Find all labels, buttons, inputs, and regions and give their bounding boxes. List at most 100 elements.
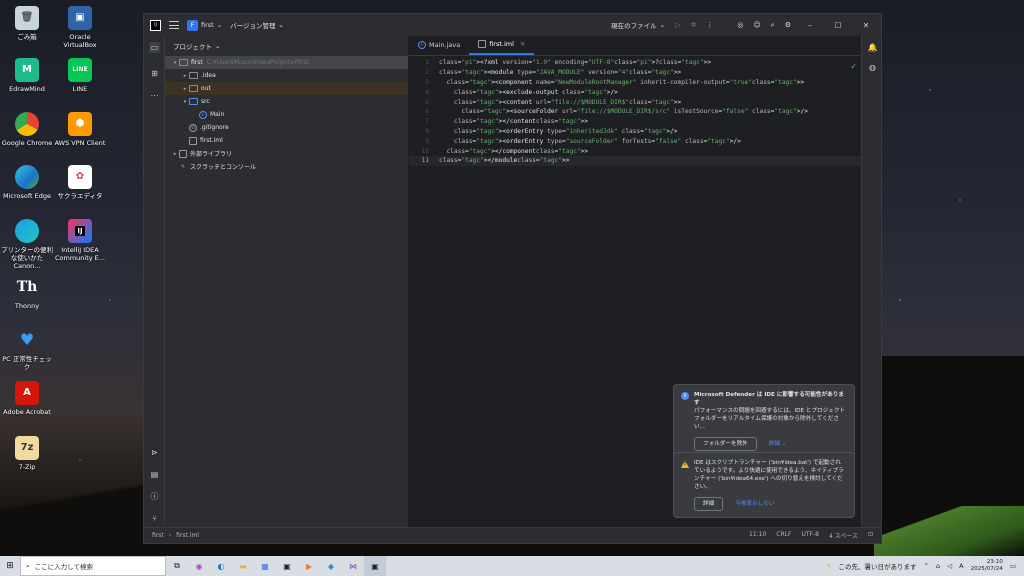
debug-icon[interactable]: ✲ [691,21,697,29]
desktop-icon-thonny[interactable]: Th Thonny [0,275,54,310]
desktop-icon-sakura-editor[interactable]: ✿ サクラエディタ [53,165,107,200]
tree-node-scratches[interactable]: ✎ スクラッチとコンソール [165,160,408,173]
settings-gear-icon[interactable]: ⚙ [785,21,791,29]
code-line[interactable]: 1 class="pi"><?xml version="1.0" encoding… [409,58,861,68]
desktop-icon-acrobat[interactable]: A Adobe Acrobat [0,381,54,416]
copilot-icon[interactable]: ◉ [188,556,210,576]
structure-tool-icon[interactable]: ⊞ [149,68,160,79]
dont-show-again-link[interactable]: 今後表示しない [735,500,774,508]
indent-setting[interactable]: 4 スペース [829,531,858,540]
desktop-icon-virtualbox[interactable]: ▣ Oracle VirtualBox [53,6,107,49]
code-line[interactable]: 2 class="tagc"><module type="JAVA_MODULE"… [409,68,861,78]
app-icon[interactable]: ◆ [320,556,342,576]
code-line[interactable]: 10 class="tagc"></componentclass="tagc">… [409,146,861,156]
code-area[interactable]: 1 class="pi"><?xml version="1.0" encoding… [409,58,861,166]
line-separator[interactable]: CRLF [776,531,791,540]
tree-node-external-libraries[interactable]: ▸ 外部ライブラリ [165,147,408,160]
desktop-icon-intellij[interactable]: IJ IntelliJ IDEA Community E... [53,219,107,262]
project-panel-header[interactable]: プロジェクト ⌄ [165,36,408,56]
cursor-position[interactable]: 11:10 [749,531,766,540]
desktop-icon-edge[interactable]: Microsoft Edge [0,165,54,200]
search-icon[interactable]: ⌕ [771,21,775,30]
desktop-icon-aws-vpn[interactable]: ⬢ AWS VPN Client [53,112,107,147]
store-icon[interactable]: ▦ [254,556,276,576]
tree-node-main[interactable]: c Main [165,108,408,121]
services-tool-icon[interactable]: ⊳ [149,447,160,458]
breadcrumb-project[interactable]: first [152,532,164,539]
close-button[interactable]: ✕ [857,21,875,30]
minimize-button[interactable]: – [801,21,819,30]
system-tray: ☀ この先、暑い日があります ⌃ ⌂ ◁ A 23:10 2025/07/24 … [826,559,1024,573]
tree-node-first[interactable]: ▾ first C:¥Users¥kucin¥IdeaProjects¥firs… [165,56,408,69]
notifications-icon[interactable]: 🔔 [867,42,878,53]
close-tab-icon[interactable]: ✕ [520,40,525,48]
terminal-icon[interactable]: ▤ [149,469,160,480]
heart-pulse-icon: ♥ [19,330,35,349]
code-line[interactable]: 9 class="tagc"><orderEntry type="sourceF… [409,136,861,146]
git-icon[interactable]: ⑂ [149,513,160,524]
more-tools-icon[interactable]: ⋯ [149,90,160,101]
clock[interactable]: 23:10 2025/07/24 [971,559,1003,573]
code-line[interactable]: 5 class="tagc"><content url="file://$MOD… [409,97,861,107]
maximize-button[interactable]: ☐ [829,21,847,30]
collapse-arrow-icon: ▸ [173,150,177,157]
speaker-icon[interactable]: ◁ [947,562,952,570]
weather-text[interactable]: この先、暑い日があります [839,561,917,571]
desktop-icon-recycle-bin[interactable]: 🗑 ごみ箱 [0,6,54,41]
exclude-folders-button[interactable]: フォルダーを除外 [694,437,757,451]
project-switcher[interactable]: F first ⌄ [187,19,222,31]
tab-main-java[interactable]: c Main.java [409,35,469,55]
tree-node-out[interactable]: ▸ out [165,82,408,95]
task-view-icon[interactable]: ⧉ [166,556,188,576]
main-menu-button[interactable] [169,21,179,29]
media-player-icon[interactable]: ▶ [298,556,320,576]
launcher-details-button[interactable]: 詳細 [694,497,724,511]
tree-node-src[interactable]: ▾ src [165,95,408,108]
code-line[interactable]: 3 class="tagc"><component name="NewModul… [409,78,861,88]
tree-node-idea[interactable]: ▸ .idea [165,69,408,82]
breadcrumb-file[interactable]: first.iml [176,532,199,539]
weather-icon[interactable]: ☀ [826,562,832,570]
tree-node-first-iml[interactable]: first.iml [165,134,408,147]
desktop-icon-7zip[interactable]: 7z 7-Zip [0,436,54,471]
desktop-icon-pc-health[interactable]: ♥ PC 正常性チェック [0,328,54,372]
tab-first-iml[interactable]: first.iml ✕ [469,35,535,55]
file-encoding[interactable]: UTF-8 [801,531,819,540]
intellij-taskbar-icon[interactable]: ▣ [364,556,386,576]
ai-assistant-icon[interactable]: ◎ [737,21,743,29]
edge-taskbar-icon[interactable]: ◐ [210,556,232,576]
network-icon[interactable]: ⌂ [936,562,940,570]
add-user-icon[interactable]: ☺ [753,21,760,29]
ime-icon[interactable]: A [959,562,963,570]
desktop-icon-chrome[interactable]: Google Chrome [0,112,54,147]
line-number: 3 [425,78,429,86]
code-line[interactable]: 4 class="tagc"><exclude-output class="ta… [409,87,861,97]
taskbar-search[interactable]: ⌕ ここに入力して検索 [20,556,166,576]
ai-chat-icon[interactable]: ◍ [867,62,878,73]
windows-start-button[interactable]: ⊞ [0,556,20,576]
code-line[interactable]: 7 class="tagc"></contentclass="tagc">> [409,117,861,127]
run-icon[interactable]: ▷ [675,21,680,29]
run-config-selector[interactable]: 現在のファイル ⌄ [611,20,665,30]
code-line[interactable]: 8 class="tagc"><orderEntry type="inherit… [409,127,861,137]
vcs-menu[interactable]: バージョン管理 ⌄ [230,20,284,30]
visual-studio-icon[interactable]: ⋈ [342,556,364,576]
desktop-icon-canon[interactable]: プリンターの便利な使いかた Canon... [0,219,54,270]
terminal-taskbar-icon[interactable]: ▣ [276,556,298,576]
line-number: 10 [421,147,429,155]
notification-center-icon[interactable]: ▭ [1010,562,1016,570]
tree-node-gitignore[interactable]: ⊘ .gitignore [165,121,408,134]
chevron-down-icon: ⌄ [215,42,221,50]
lock-icon[interactable]: ⊡ [868,531,873,540]
code-line[interactable]: 6 class="tagc"><sourceFolder url="file:/… [409,107,861,117]
tray-overflow-icon[interactable]: ⌃ [924,562,929,570]
code-line[interactable]: 11 class="tagc"></moduleclass="tagc">> [409,155,861,166]
project-tool-icon[interactable]: ▭ [149,42,160,53]
desktop-icon-line[interactable]: LINE LINE [53,58,107,93]
file-explorer-icon[interactable]: ▬ [232,556,254,576]
problems-icon[interactable]: ⓘ [149,491,160,502]
code-text: class="tagc"><module type="JAVA_MODULE" … [439,69,682,77]
more-icon[interactable]: ⋮ [706,21,713,29]
desktop-icon-edrawmind[interactable]: M EdrawMind [0,58,54,93]
details-link[interactable]: 詳細 ⌄ [769,440,787,448]
